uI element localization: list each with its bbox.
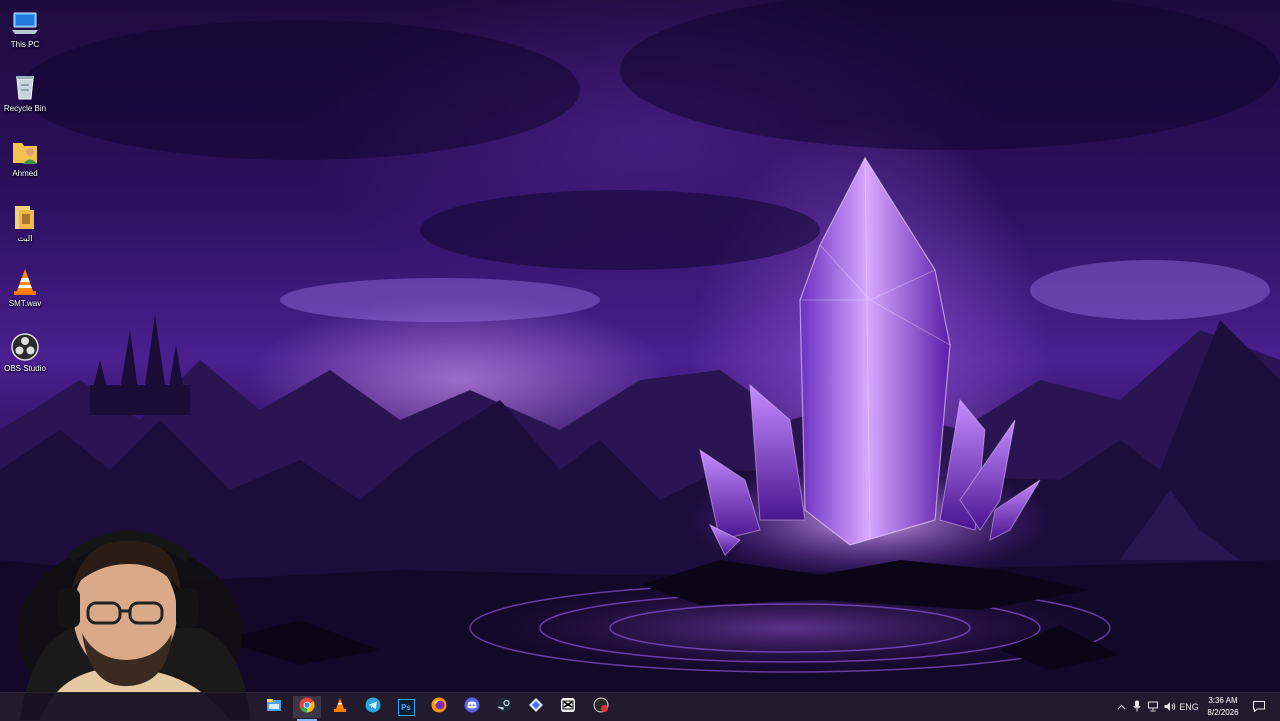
telegram-icon	[365, 697, 381, 718]
tray-clock[interactable]: 3:36 AM 8/2/2026	[1198, 695, 1248, 719]
taskbar-photoshop[interactable]: Ps	[392, 696, 420, 718]
desktop-icon-smt-wav[interactable]: SMT.wav	[0, 267, 50, 308]
vlc-cone-icon	[10, 267, 40, 297]
desktop-icon-label: Recycle Bin	[3, 104, 47, 113]
taskbar-telegram[interactable]	[359, 696, 387, 718]
firefox-icon	[431, 697, 447, 718]
user-folder-icon	[10, 137, 40, 167]
diamond-app-icon	[528, 697, 544, 718]
taskbar-steam[interactable]	[490, 696, 518, 718]
tray-network[interactable]	[1146, 693, 1162, 721]
clock-time: 3:36 AM	[1208, 696, 1238, 705]
file-explorer-icon	[266, 698, 282, 717]
steam-icon	[496, 697, 512, 718]
volume-icon	[1164, 701, 1176, 714]
notification-icon	[1253, 700, 1265, 714]
desktop-icon-broadcast-folder[interactable]: البث	[0, 202, 50, 243]
taskbar-file-explorer[interactable]	[260, 696, 288, 718]
discord-icon	[464, 697, 480, 718]
taskbar-capcut[interactable]	[554, 696, 582, 718]
taskbar: Ps ENG 3:36 AM 8/2/2026	[0, 692, 1280, 721]
tray-language[interactable]: ENG	[1178, 693, 1200, 721]
tray-volume[interactable]	[1162, 693, 1178, 721]
tray-notifications[interactable]	[1250, 693, 1268, 721]
vlc-icon	[333, 697, 347, 718]
taskbar-diamond-app[interactable]	[522, 696, 550, 718]
chevron-up-icon	[1117, 702, 1126, 712]
chrome-icon	[299, 697, 315, 718]
folder-icon	[10, 202, 40, 232]
taskbar-vlc[interactable]	[326, 696, 354, 718]
taskbar-discord[interactable]	[458, 696, 486, 718]
recycle-bin-icon	[10, 72, 40, 102]
capcut-icon	[560, 697, 576, 718]
taskbar-recorder[interactable]	[587, 696, 615, 718]
tray-microphone[interactable]	[1130, 693, 1144, 721]
desktop-icon-label: Ahmed	[12, 169, 38, 178]
desktop-icon-label: البث	[17, 234, 33, 243]
tray-overflow-button[interactable]	[1114, 693, 1128, 721]
taskbar-chrome[interactable]	[293, 696, 321, 721]
microphone-icon	[1133, 700, 1141, 714]
this-pc-icon	[10, 8, 40, 38]
taskbar-firefox[interactable]	[425, 696, 453, 718]
obs-icon	[10, 332, 40, 362]
desktop-icon-recycle-bin[interactable]: Recycle Bin	[0, 72, 50, 113]
recorder-icon	[593, 697, 609, 718]
desktop-icon-ahmed[interactable]: Ahmed	[0, 137, 50, 178]
desktop-icon-label: OBS Studio	[4, 364, 46, 373]
desktop-icon-this-pc[interactable]: This PC	[0, 8, 50, 49]
clock-date: 8/2/2026	[1207, 708, 1239, 717]
network-icon	[1148, 701, 1160, 714]
desktop-icon-label: This PC	[10, 40, 40, 49]
desktop-icon-obs-studio[interactable]: OBS Studio	[0, 332, 50, 373]
webcam-overlay	[0, 518, 258, 720]
photoshop-icon: Ps	[397, 698, 415, 716]
desktop-icon-label: SMT.wav	[8, 299, 42, 308]
